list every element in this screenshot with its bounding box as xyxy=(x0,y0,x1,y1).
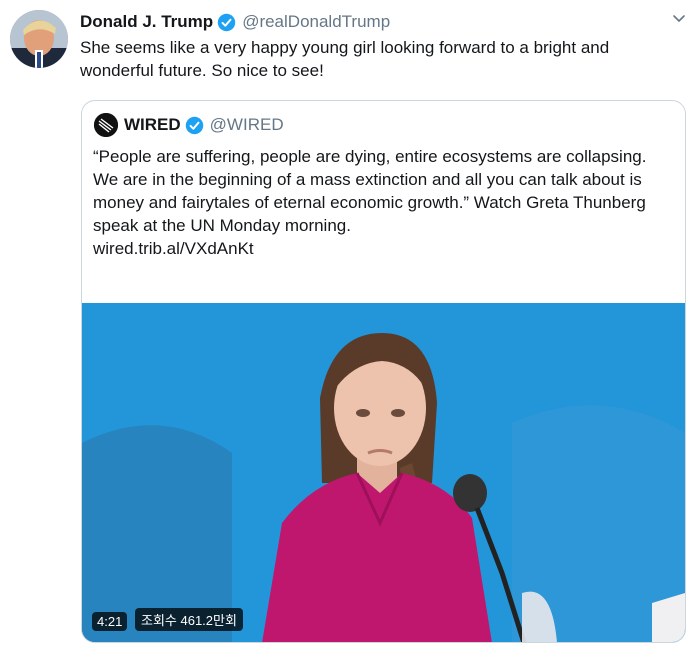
tweet-text: She seems like a very happy young girl l… xyxy=(80,38,610,80)
quoted-tweet-card[interactable]: WIRED @WIRED “People are suffering, peop… xyxy=(81,100,686,643)
quoted-author-name[interactable]: WIRED xyxy=(124,115,181,135)
quoted-tweet-body: “People are suffering, people are dying,… xyxy=(93,145,673,260)
author-handle[interactable]: @realDonaldTrump xyxy=(242,12,390,32)
caret-down-icon[interactable] xyxy=(672,12,686,26)
author-avatar-image xyxy=(10,10,68,68)
video-views-badge: 조회수 461.2만회 xyxy=(135,608,243,631)
author-avatar[interactable] xyxy=(10,10,68,68)
tweet-header: Donald J. Trump @realDonaldTrump xyxy=(80,10,390,34)
quoted-tweet-header: WIRED @WIRED xyxy=(94,113,284,137)
video-player[interactable]: 4:21 조회수 461.2만회 xyxy=(82,303,685,642)
verified-icon xyxy=(217,13,236,32)
author-name[interactable]: Donald J. Trump xyxy=(80,12,213,32)
verified-icon xyxy=(185,116,204,135)
quoted-tweet-text: “People are suffering, people are dying,… xyxy=(93,147,647,235)
quoted-tweet-link[interactable]: wired.trib.al/VXdAnKt xyxy=(93,237,673,260)
video-duration-badge: 4:21 xyxy=(92,612,128,631)
video-thumbnail xyxy=(82,303,685,642)
quoted-author-handle[interactable]: @WIRED xyxy=(210,115,284,135)
wired-logo xyxy=(94,113,118,137)
